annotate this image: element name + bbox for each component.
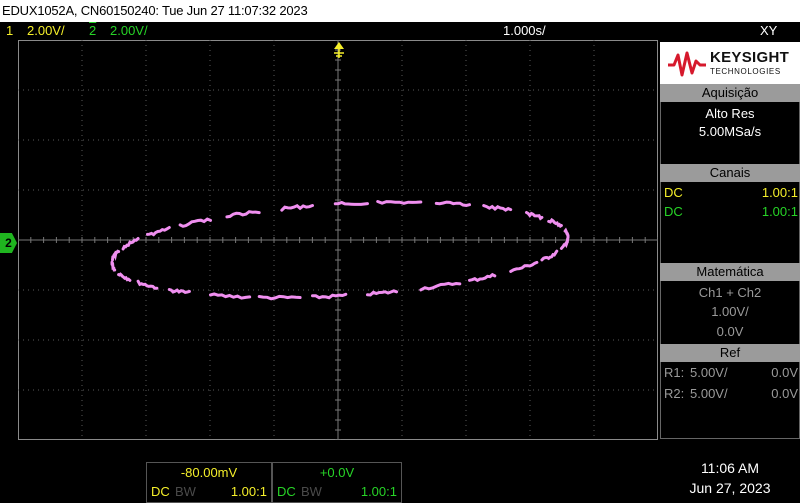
ch2-coupling: DC: [664, 204, 683, 219]
xy-trace-segment: [482, 204, 513, 212]
status-bar: 1 2.00V/ 2 2.00V/ 1.000s/ XY: [0, 22, 800, 40]
ch2-number: 2: [89, 23, 97, 38]
ch2-offset: +0.0V: [319, 465, 355, 480]
xy-trace-segment: [509, 260, 539, 273]
ref-row-1[interactable]: R1: 5.00V/ 0.0V: [664, 364, 798, 382]
ch1-probe: 1.00:1: [761, 185, 798, 200]
xy-trace-segment: [110, 260, 117, 272]
side-panel: KEYSIGHT TECHNOLOGIES Aquisição Alto Res…: [660, 40, 800, 440]
xy-trace-segment: [468, 272, 497, 283]
xy-trace-segment: [333, 200, 369, 206]
xy-trace-segment: [225, 210, 261, 219]
ch1-bw-limit: BW: [175, 484, 196, 499]
channels-header[interactable]: Canais: [660, 164, 800, 182]
ch2-scale[interactable]: 2.00V/: [110, 22, 148, 40]
clock: 11:06 AM Jun 27, 2023: [660, 458, 800, 498]
xy-trace-segment: [525, 211, 544, 221]
ch1-bottom-coupling: DC: [151, 484, 170, 499]
math-function: Ch1 + Ch2: [698, 285, 762, 300]
ref2-scale: 5.00V/: [690, 386, 728, 401]
keysight-wave-icon: [668, 51, 706, 77]
acquisition-header[interactable]: Aquisição: [660, 84, 800, 102]
math-scale: 1.00V/: [711, 304, 749, 319]
channel-row-1[interactable]: DC 1.00:1: [664, 184, 798, 202]
xy-trace-segment: [419, 281, 462, 292]
keysight-logo: KEYSIGHT TECHNOLOGIES: [660, 42, 800, 84]
logo-name: KEYSIGHT: [710, 49, 790, 66]
ref2-offset: 0.0V: [771, 386, 798, 401]
ch2-bottom-coupling: DC: [277, 484, 296, 499]
ref1-scale: 5.00V/: [690, 365, 728, 380]
xy-trace-segment: [563, 227, 570, 240]
timebase[interactable]: 1.000s/: [503, 22, 546, 40]
channel-row-2[interactable]: DC 1.00:1: [664, 203, 798, 221]
graticule: [18, 40, 658, 440]
xy-trace-segment: [136, 279, 159, 290]
ch2-marker-label: 2: [5, 236, 12, 250]
xy-trace-segment: [146, 226, 171, 237]
display-mode: XY: [760, 23, 778, 38]
ref-row-2[interactable]: R2: 5.00V/ 0.0V: [664, 385, 798, 403]
xy-trace-segment: [209, 292, 252, 300]
ref1-name: R1:: [664, 365, 685, 380]
ch1-coupling: DC: [664, 185, 683, 200]
ch1-info-box[interactable]: -80.00mV DC BW 1.00:1: [146, 462, 272, 503]
instrument-title: EDUX1052A, CN60150240: Tue Jun 27 11:07:…: [2, 3, 308, 18]
xy-trace-segment: [167, 288, 191, 294]
ref-header[interactable]: Ref: [660, 344, 800, 362]
clock-date: Jun 27, 2023: [689, 480, 771, 496]
acquisition-mode: Alto Res: [705, 106, 755, 121]
xy-trace-segment: [547, 217, 563, 229]
ref1-offset: 0.0V: [771, 365, 798, 380]
ch2-bottom-probe: 1.00:1: [360, 484, 397, 499]
xy-trace-segment: [178, 217, 212, 228]
title-bar: EDUX1052A, CN60150240: Tue Jun 27 11:07:…: [0, 0, 800, 22]
xy-trace-segment: [111, 249, 121, 262]
trigger-arrow-icon: [334, 42, 344, 58]
ch2-probe: 1.00:1: [761, 204, 798, 219]
ch1-offset: -80.00mV: [180, 465, 238, 480]
logo-subtitle: TECHNOLOGIES: [710, 67, 781, 76]
math-offset: 0.0V: [716, 324, 744, 339]
ch2-ground-marker[interactable]: 2: [0, 233, 17, 253]
xy-trace-segment: [280, 203, 314, 212]
xy-trace-segment: [311, 292, 348, 300]
math-header[interactable]: Matemática: [660, 263, 800, 281]
xy-trace-segment: [434, 200, 471, 208]
ch1-bottom-probe: 1.00:1: [230, 484, 267, 499]
xy-trace-segment: [540, 249, 559, 262]
xy-trace-segment: [376, 200, 423, 205]
ref2-name: R2:: [664, 386, 685, 401]
sample-rate: 5.00MSa/s: [698, 124, 762, 139]
ch1-scale[interactable]: 2.00V/: [27, 22, 65, 40]
waveform-display[interactable]: [18, 40, 658, 440]
clock-time: 11:06 AM: [700, 460, 760, 476]
trigger-marker[interactable]: [331, 42, 347, 60]
xy-trace-segment: [257, 294, 302, 301]
xy-trace-segment: [366, 289, 399, 297]
xy-trace-segment: [117, 272, 132, 282]
ch1-number: 1: [6, 23, 14, 38]
ch2-bw-limit: BW: [301, 484, 322, 499]
ch2-info-box[interactable]: +0.0V DC BW 1.00:1: [272, 462, 402, 503]
